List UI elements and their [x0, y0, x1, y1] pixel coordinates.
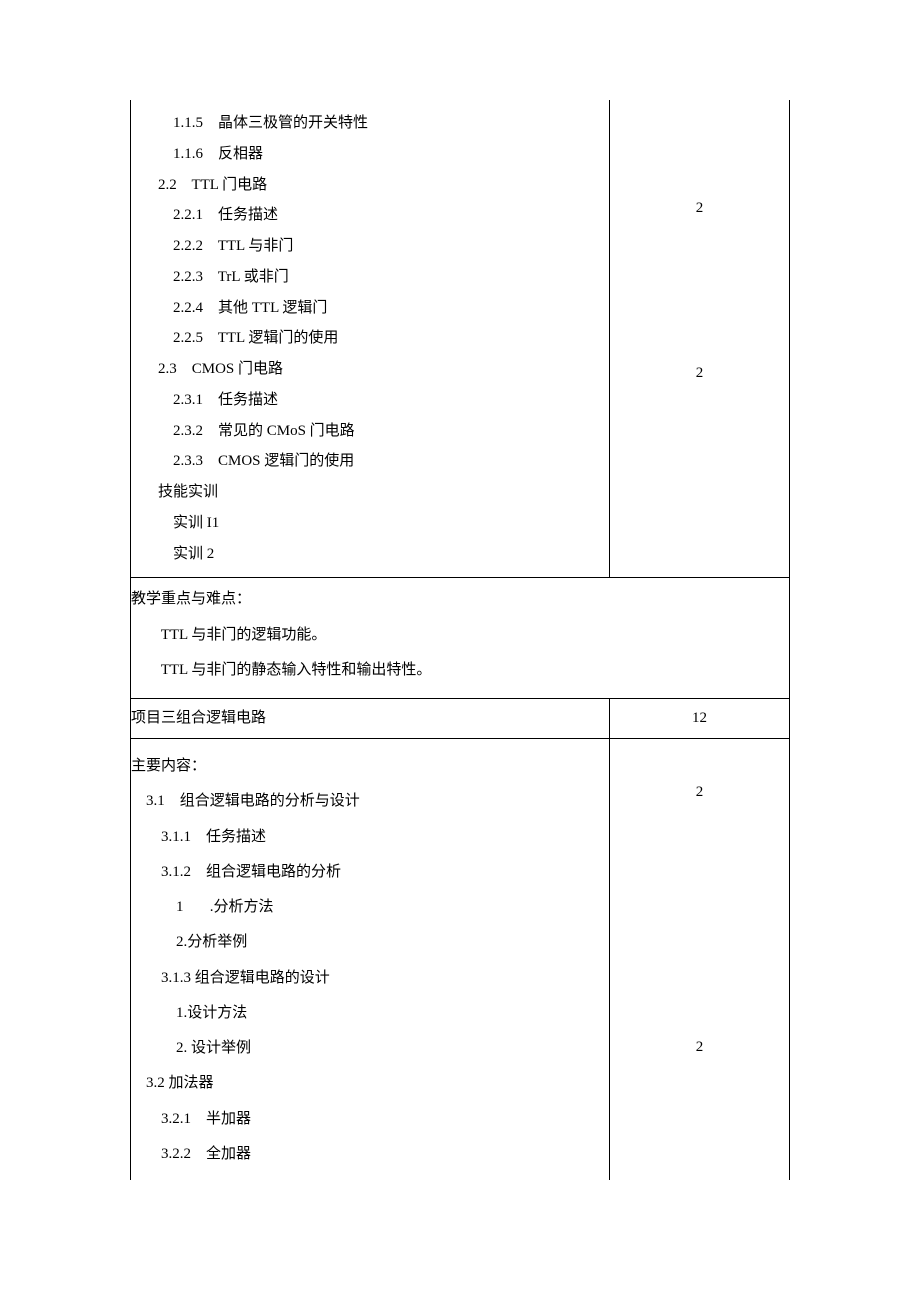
outline-item: 1 .分析方法 — [131, 890, 597, 925]
outline-item: 2.3.1 任务描述 — [143, 385, 597, 416]
outline-item: 2.2.1 任务描述 — [143, 200, 597, 231]
outline-item: 1.设计方法 — [131, 996, 597, 1031]
outline-item: 1.1.6 反相器 — [143, 139, 597, 170]
keypoints-heading: 教学重点与难点： — [131, 582, 777, 617]
outline-item: 2.2.5 TTL 逻辑门的使用 — [143, 323, 597, 354]
project-3-hours: 12 — [610, 699, 790, 739]
outline-item: 技能实训 — [143, 477, 597, 508]
outline-item: 2.2.2 TTL 与非门 — [143, 231, 597, 262]
keypoints-item: TTL 与非门的逻辑功能。 — [131, 618, 777, 653]
outline-item: 2. 设计举例 — [131, 1031, 597, 1066]
keypoints-item: TTL 与非门的静态输入特性和输出特性。 — [131, 653, 777, 688]
outline-item: 3.1.1 任务描述 — [131, 820, 597, 855]
project-3-title: 项目三组合逻辑电路 — [131, 699, 610, 739]
outline-item: 3.2.2 全加器 — [131, 1137, 597, 1172]
content-heading: 主要内容： — [131, 749, 597, 784]
keypoints-section: 教学重点与难点： TTL 与非门的逻辑功能。 TTL 与非门的静态输入特性和输出… — [131, 578, 790, 699]
section-3-content: 主要内容： 3.1 组合逻辑电路的分析与设计 3.1.1 任务描述 3.1.2 … — [131, 739, 610, 1181]
outline-item: 实训 I1 — [143, 508, 597, 539]
outline-item: 2.3.2 常见的 CMoS 门电路 — [143, 416, 597, 447]
outline-item: 2.2.4 其他 TTL 逻辑门 — [143, 293, 597, 324]
outline-item: 3.1 组合逻辑电路的分析与设计 — [131, 784, 597, 819]
outline-item: 3.1.2 组合逻辑电路的分析 — [131, 855, 597, 890]
section-3-hours: 2 2 — [610, 739, 790, 1181]
hours-value: 2 — [610, 200, 789, 217]
outline-item: 3.1.3 组合逻辑电路的设计 — [131, 961, 597, 996]
outline-item: 实训 2 — [143, 539, 597, 570]
outline-item: 3.2.1 半加器 — [131, 1102, 597, 1137]
outline-item: 2.2 TTL 门电路 — [143, 170, 597, 201]
section-2-content: 1.1.5 晶体三极管的开关特性 1.1.6 反相器 2.2 TTL 门电路 2… — [131, 100, 610, 578]
hours-value: 2 — [610, 365, 789, 382]
outline-item: 2.2.3 TrL 或非门 — [143, 262, 597, 293]
section-2-hours: 2 2 — [610, 100, 790, 578]
outline-item: 2.分析举例 — [131, 925, 597, 960]
outline-item: 2.3 CMOS 门电路 — [143, 354, 597, 385]
hours-value: 2 — [610, 1039, 789, 1056]
outline-item: 2.3.3 CMOS 逻辑门的使用 — [143, 446, 597, 477]
hours-value: 2 — [610, 784, 789, 801]
outline-item: 1.1.5 晶体三极管的开关特性 — [143, 108, 597, 139]
outline-item: 3.2 加法器 — [131, 1066, 597, 1101]
